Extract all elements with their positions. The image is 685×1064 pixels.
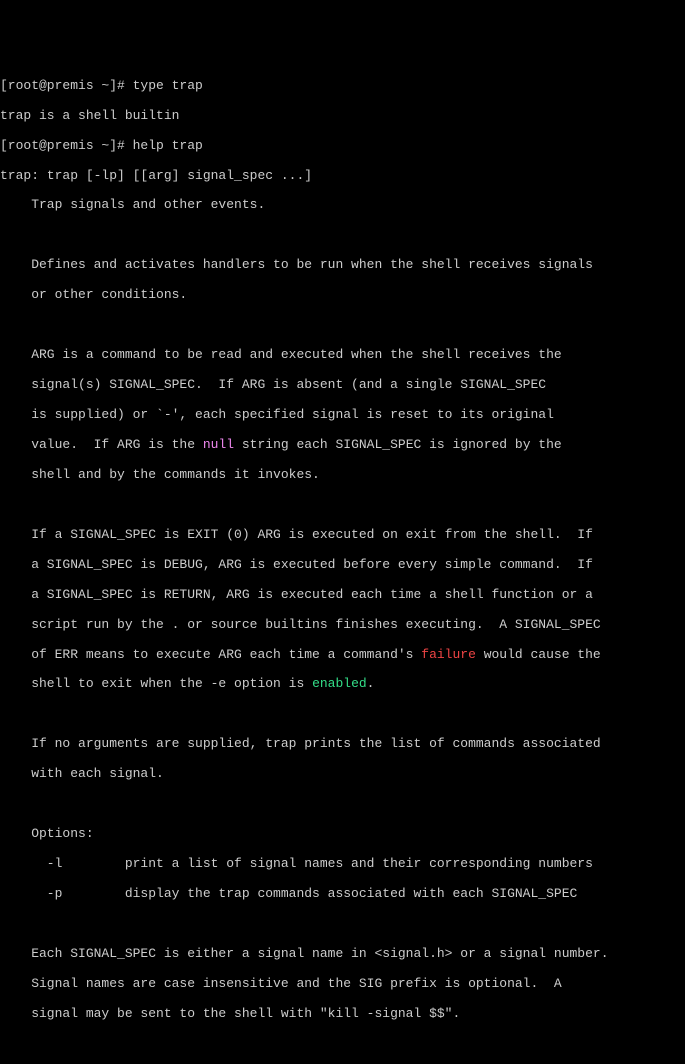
highlight-enabled: enabled (312, 676, 367, 691)
output-line: Signal names are case insensitive and th… (0, 977, 685, 992)
output-blank (0, 797, 685, 812)
output-blank (0, 707, 685, 722)
output-line: a SIGNAL_SPEC is RETURN, ARG is executed… (0, 588, 685, 603)
output-line: shell to exit when the -e option is enab… (0, 677, 685, 692)
highlight-null: null (203, 437, 234, 452)
output-line: -l print a list of signal names and thei… (0, 857, 685, 872)
output-line: If a SIGNAL_SPEC is EXIT (0) ARG is exec… (0, 528, 685, 543)
output-blank (0, 917, 685, 932)
output-line: signal may be sent to the shell with "ki… (0, 1007, 685, 1022)
output-line: trap: trap [-lp] [[arg] signal_spec ...] (0, 169, 685, 184)
prompt-line: [root@premis ~]# help trap (0, 139, 685, 154)
output-line: ARG is a command to be read and executed… (0, 348, 685, 363)
output-line: Each SIGNAL_SPEC is either a signal name… (0, 947, 685, 962)
terminal-output[interactable]: [root@premis ~]# type trap trap is a she… (0, 60, 685, 1064)
output-line: If no arguments are supplied, trap print… (0, 737, 685, 752)
output-line: Options: (0, 827, 685, 842)
output-line: signal(s) SIGNAL_SPEC. If ARG is absent … (0, 378, 685, 393)
output-line: Defines and activates handlers to be run… (0, 258, 685, 273)
output-line: is supplied) or `-', each specified sign… (0, 408, 685, 423)
output-line: value. If ARG is the null string each SI… (0, 438, 685, 453)
output-blank (0, 318, 685, 333)
shell-prompt: [root@premis ~]# (0, 78, 133, 93)
output-line: with each signal. (0, 767, 685, 782)
output-line: a SIGNAL_SPEC is DEBUG, ARG is executed … (0, 558, 685, 573)
prompt-line: [root@premis ~]# type trap (0, 79, 685, 94)
output-line: shell and by the commands it invokes. (0, 468, 685, 483)
highlight-failure: failure (421, 647, 476, 662)
command-text: help trap (133, 138, 203, 153)
output-blank (0, 498, 685, 513)
output-blank (0, 228, 685, 243)
output-line: script run by the . or source builtins f… (0, 618, 685, 633)
output-line: Trap signals and other events. (0, 198, 685, 213)
output-blank (0, 1037, 685, 1052)
command-text: type trap (133, 78, 203, 93)
output-line: or other conditions. (0, 288, 685, 303)
output-line: -p display the trap commands associated … (0, 887, 685, 902)
output-line: trap is a shell builtin (0, 109, 685, 124)
output-line: of ERR means to execute ARG each time a … (0, 648, 685, 663)
shell-prompt: [root@premis ~]# (0, 138, 133, 153)
